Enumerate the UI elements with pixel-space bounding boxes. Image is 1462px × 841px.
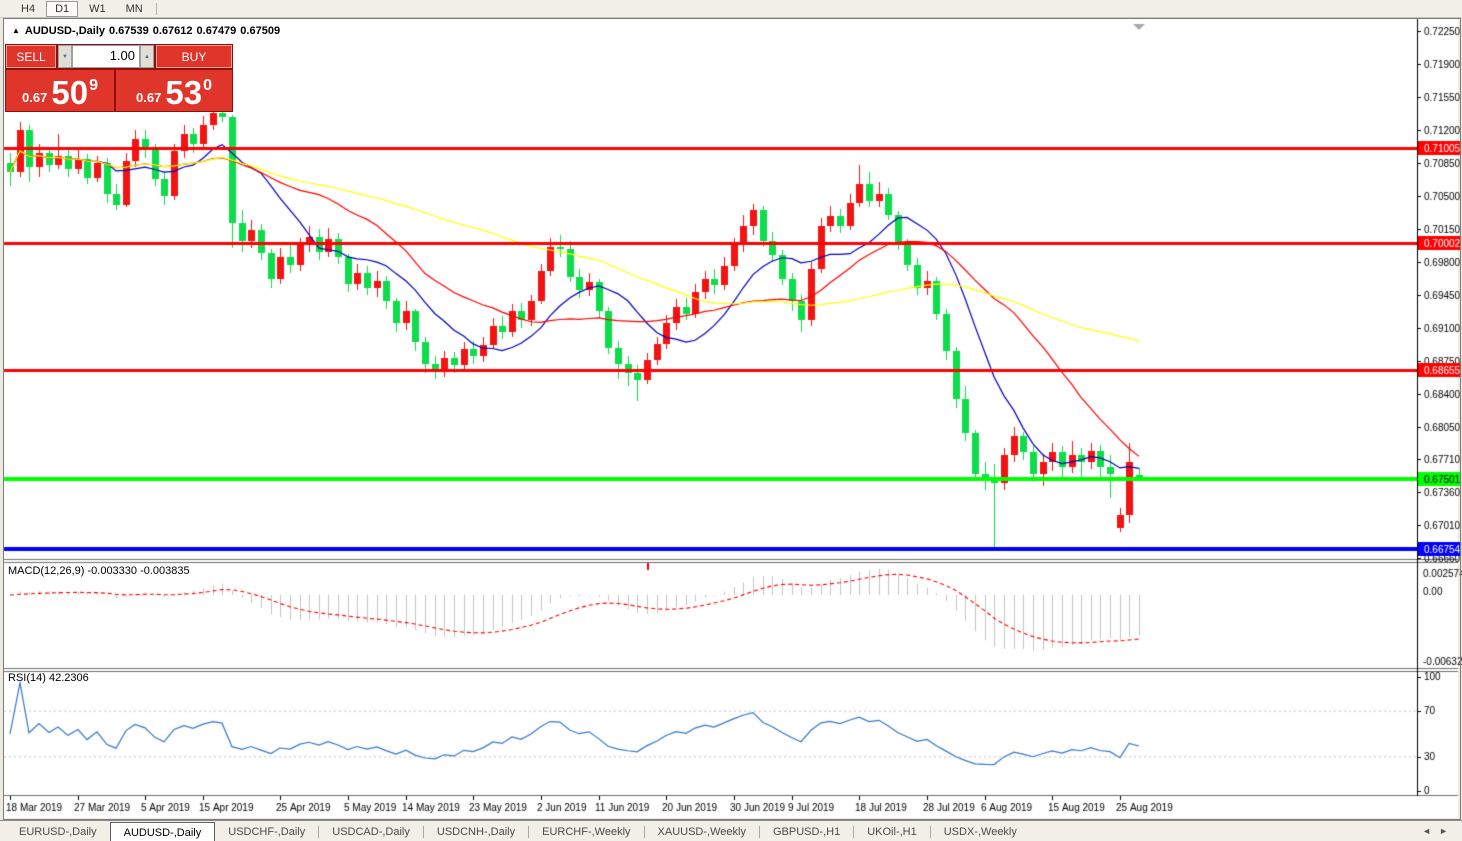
chart-tab-gbpusd-h1[interactable]: GBPUSD-,H1 — [760, 821, 853, 841]
chart-tab-eurchf-weekly[interactable]: EURCHF-,Weekly — [529, 821, 643, 841]
timeframe-toolbar: H4D1W1MN — [0, 0, 1462, 18]
sell-price-prefix: 0.67 — [22, 90, 47, 105]
chart-tab-usdx-weekly[interactable]: USDX-,Weekly — [931, 821, 1030, 841]
chart-title: ▲ AUDUSD-,Daily 0.67539 0.67612 0.674790.675… — [12, 25, 284, 37]
macd-indicator-label: MACD(12,26,9) -0.003330 -0.003835 — [8, 565, 190, 577]
volume-input[interactable]: 1.00 — [72, 45, 140, 68]
rsi-values: 42.2306 — [49, 672, 89, 684]
period-button-mn[interactable]: MN — [117, 1, 152, 17]
tab-scroll-arrows[interactable]: ◄► — [1422, 826, 1456, 836]
chart-tab-bar: EURUSD-,DailyAUDUSD-,DailyUSDCHF-,DailyU… — [0, 820, 1462, 841]
chart-tab-xauusd-weekly[interactable]: XAUUSD-,Weekly — [645, 821, 759, 841]
sell-price-big: 50 — [51, 78, 88, 108]
sell-price-display[interactable]: 0.67 50 9 — [6, 70, 114, 111]
collapse-triangle-icon[interactable]: ▲ — [12, 26, 20, 35]
macd-name: MACD(12,26,9) — [8, 565, 84, 577]
buy-button[interactable]: BUY — [156, 45, 232, 68]
toolbar-separator — [156, 3, 157, 15]
period-button-w1[interactable]: W1 — [80, 1, 115, 17]
tab-scroll-right-icon[interactable]: ► — [1439, 826, 1456, 836]
chart-tab-usdcnh-daily[interactable]: USDCNH-,Daily — [424, 821, 528, 841]
sell-button[interactable]: SELL — [6, 45, 56, 68]
chart-symbol-label: AUDUSD-,Daily — [25, 25, 105, 37]
buy-price-prefix: 0.67 — [136, 90, 161, 105]
rsi-name: RSI(14) — [8, 672, 46, 684]
buy-price-display[interactable]: 0.67 53 0 — [116, 70, 232, 111]
volume-increase-button[interactable]: ▲ — [140, 45, 154, 68]
buy-price-sup: 0 — [203, 77, 212, 95]
buy-price-big: 53 — [165, 78, 202, 108]
one-click-trade-panel: SELL ▼ 1.00 ▲ BUY 0.67 50 9 0.67 53 0 — [5, 44, 233, 112]
macd-values: -0.003330 -0.003835 — [87, 565, 189, 577]
sell-price-sup: 9 — [89, 77, 98, 95]
chart-tab-ukoil-h1[interactable]: UKOil-,H1 — [854, 821, 930, 841]
period-button-d1[interactable]: D1 — [46, 1, 78, 17]
ohlc-low: 0.67479 — [197, 25, 237, 37]
tab-scroll-left-icon[interactable]: ◄ — [1422, 826, 1439, 836]
chart-tab-usdchf-daily[interactable]: USDCHF-,Daily — [215, 821, 318, 841]
chart-tab-usdcad-daily[interactable]: USDCAD-,Daily — [319, 821, 423, 841]
trading-platform-window: H4D1W1MN ▲AUDUSD-,Daily0.675390.676120.6… — [0, 0, 1462, 841]
price-chart-canvas[interactable] — [0, 0, 1462, 841]
chart-tab-eurusd-daily[interactable]: EURUSD-,Daily — [6, 821, 110, 841]
period-button-h4[interactable]: H4 — [12, 1, 44, 17]
volume-decrease-button[interactable]: ▼ — [58, 45, 72, 68]
ohlc-high: 0.67612 — [153, 25, 193, 37]
ohlc-open: 0.67539 — [109, 25, 149, 37]
ohlc-close: 0.67509 — [240, 25, 280, 37]
chart-tab-audusd-daily[interactable]: AUDUSD-,Daily — [110, 822, 216, 841]
rsi-indicator-label: RSI(14) 42.2306 — [8, 672, 89, 684]
